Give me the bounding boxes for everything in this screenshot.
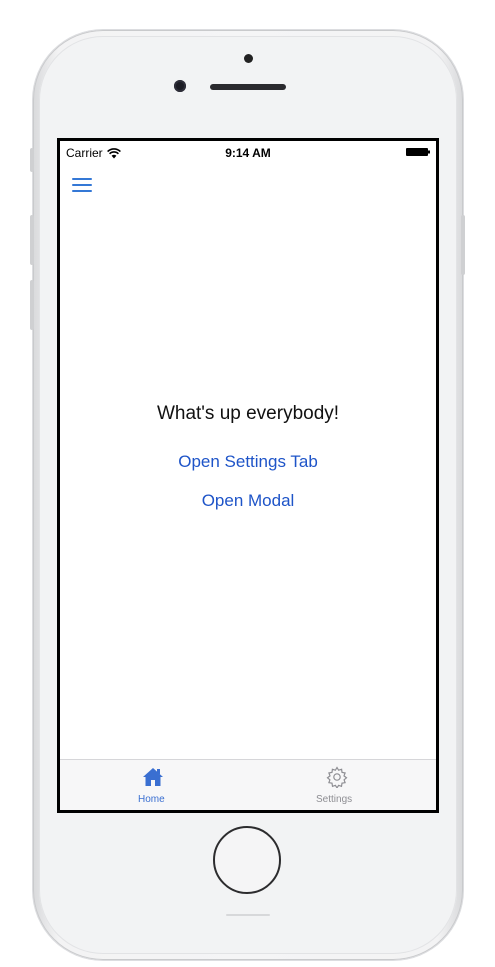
home-icon — [143, 768, 163, 786]
power-button — [461, 215, 465, 275]
tab-bar: Home Settings — [60, 759, 436, 810]
hamburger-menu-icon[interactable] — [72, 178, 94, 194]
open-settings-tab-button[interactable]: Open Settings Tab — [178, 452, 318, 472]
tab-settings[interactable]: Settings — [248, 760, 436, 810]
main-content: What's up everybody! Open Settings Tab O… — [60, 403, 436, 511]
greeting-text: What's up everybody! — [156, 403, 340, 424]
app-display: Carrier 9:14 AM What's up everybody! Ope… — [60, 141, 436, 810]
home-button[interactable] — [213, 826, 281, 894]
volume-up-button — [30, 215, 34, 265]
page: Carrier 9:14 AM What's up everybody! Ope… — [0, 0, 495, 967]
phone-screen: Carrier 9:14 AM What's up everybody! Ope… — [57, 138, 439, 813]
status-bar: Carrier 9:14 AM — [60, 141, 436, 163]
front-camera — [174, 80, 186, 92]
tab-home-label: Home — [138, 794, 165, 805]
tab-home[interactable]: Home — [60, 760, 248, 810]
proximity-sensor — [244, 54, 253, 63]
battery-icon — [406, 148, 430, 156]
status-time: 9:14 AM — [225, 146, 271, 160]
tab-settings-label: Settings — [316, 794, 353, 805]
open-modal-button[interactable]: Open Modal — [202, 491, 295, 511]
volume-down-button — [30, 280, 34, 330]
bottom-edge-line — [226, 914, 270, 916]
gear-icon — [326, 766, 348, 788]
earpiece-speaker — [210, 84, 286, 90]
mute-switch — [30, 148, 34, 172]
